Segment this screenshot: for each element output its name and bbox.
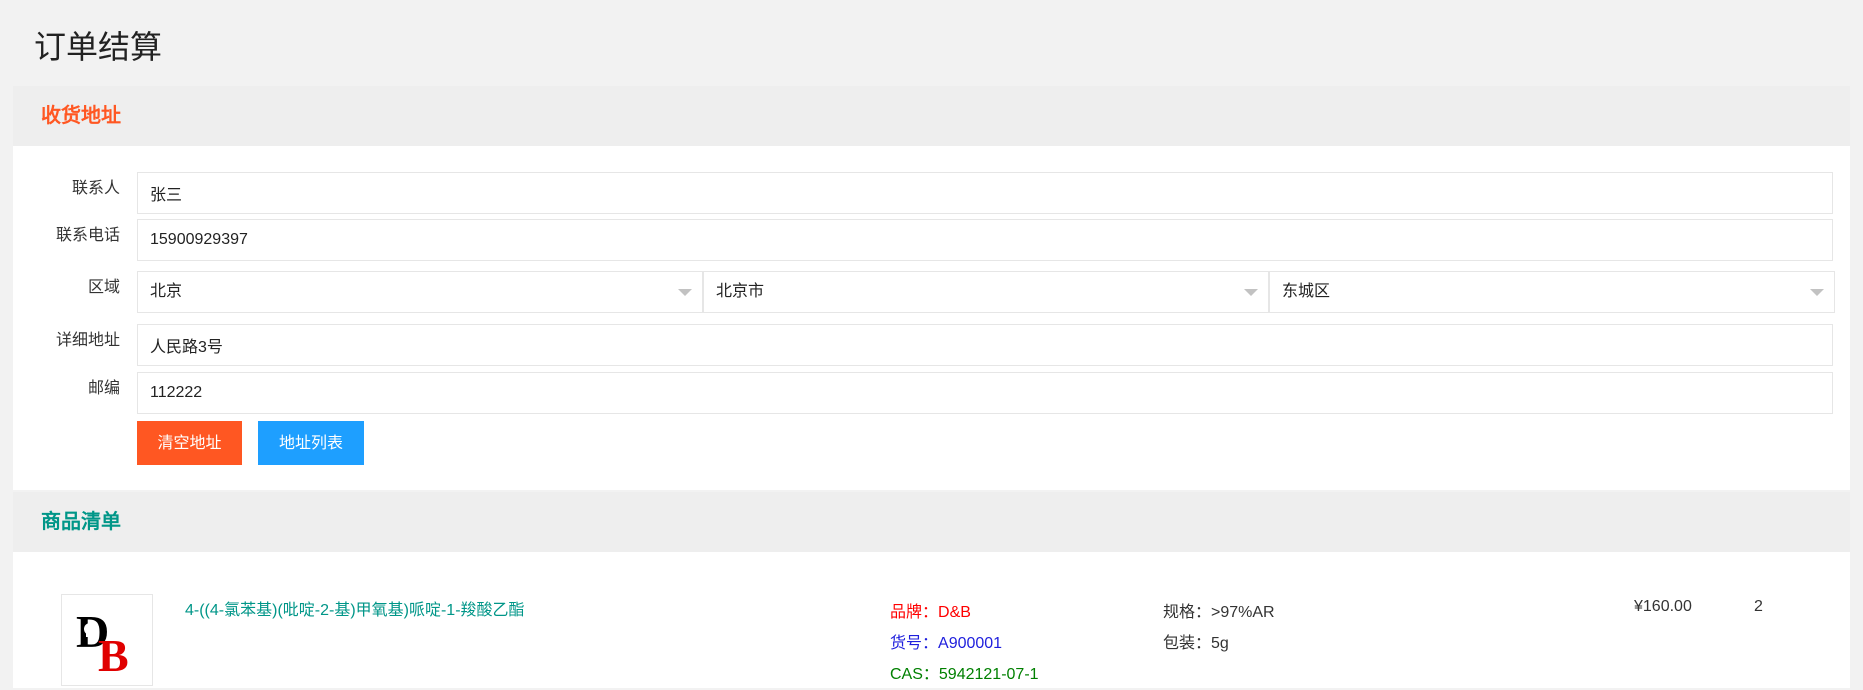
- city-select[interactable]: 北京市: [703, 271, 1269, 313]
- item-number-info: 货号：A900001: [890, 629, 1002, 653]
- region-label: 区域: [87, 279, 120, 296]
- cas-info: CAS：5942121-07-1: [890, 660, 1039, 684]
- cas-label: CAS：: [890, 666, 939, 683]
- brand-label: 品牌：: [890, 604, 939, 621]
- detail-address-row: 详细地址: [13, 324, 1850, 366]
- detail-address-input[interactable]: [137, 324, 1833, 366]
- quantity: 2: [1754, 598, 1763, 615]
- item-number-value: A900001: [938, 635, 1003, 652]
- brand-value: D&B: [938, 604, 971, 621]
- city-value: 北京市: [716, 283, 765, 300]
- item-number-label: 货号：: [890, 635, 939, 652]
- cas-value: 5942121-07-1: [938, 666, 1039, 683]
- phone-input[interactable]: [137, 219, 1833, 261]
- province-select[interactable]: 北京: [137, 271, 703, 313]
- address-actions: 清空地址 地址列表: [13, 421, 1850, 465]
- clear-address-button[interactable]: 清空地址: [137, 421, 242, 465]
- detail-address-label: 详细地址: [55, 332, 120, 349]
- spec-info: 规格：>97%AR: [1163, 598, 1275, 622]
- region-row: 区域 北京 北京市 东城区: [13, 271, 1850, 313]
- chevron-down-icon: [1244, 289, 1258, 296]
- product-image[interactable]: D B: [61, 594, 153, 686]
- pack-info: 包装：5g: [1163, 629, 1229, 653]
- pack-value: 5g: [1211, 635, 1229, 652]
- postcode-label: 邮编: [87, 380, 120, 397]
- province-value: 北京: [150, 283, 183, 300]
- address-list-button[interactable]: 地址列表: [258, 421, 364, 465]
- address-section: 收货地址 联系人 联系电话 区域 北京 北京市 东城区 详细地址 邮编 清空地址…: [13, 86, 1850, 490]
- logo-letter-b: B: [98, 630, 129, 681]
- chevron-down-icon: [1810, 289, 1824, 296]
- page-title: 订单结算: [34, 29, 163, 65]
- brand-info: 品牌：D&B: [890, 598, 971, 622]
- district-select[interactable]: 东城区: [1269, 271, 1835, 313]
- goods-section-header: 商品清单: [13, 492, 1850, 552]
- district-value: 东城区: [1282, 283, 1331, 300]
- contact-label: 联系人: [71, 180, 120, 197]
- goods-section: 商品清单 D B 4-((4-氯苯基)(吡啶-2-基)甲氧基)哌啶-1-羧酸乙酯…: [13, 492, 1850, 688]
- brand-logo: D B: [76, 606, 129, 681]
- postcode-input[interactable]: [137, 372, 1833, 414]
- postcode-row: 邮编: [13, 372, 1850, 414]
- spec-label: 规格：: [1163, 604, 1212, 621]
- spec-value: >97%AR: [1211, 604, 1275, 621]
- contact-input[interactable]: [137, 172, 1833, 214]
- price: ¥160.00: [1634, 598, 1692, 615]
- product-name-link[interactable]: 4-((4-氯苯基)(吡啶-2-基)甲氧基)哌啶-1-羧酸乙酯: [185, 596, 525, 620]
- phone-label: 联系电话: [55, 227, 120, 244]
- chevron-down-icon: [678, 289, 692, 296]
- phone-row: 联系电话: [13, 219, 1850, 261]
- pack-label: 包装：: [1163, 635, 1212, 652]
- address-section-header: 收货地址: [13, 86, 1850, 146]
- contact-row: 联系人: [13, 172, 1850, 214]
